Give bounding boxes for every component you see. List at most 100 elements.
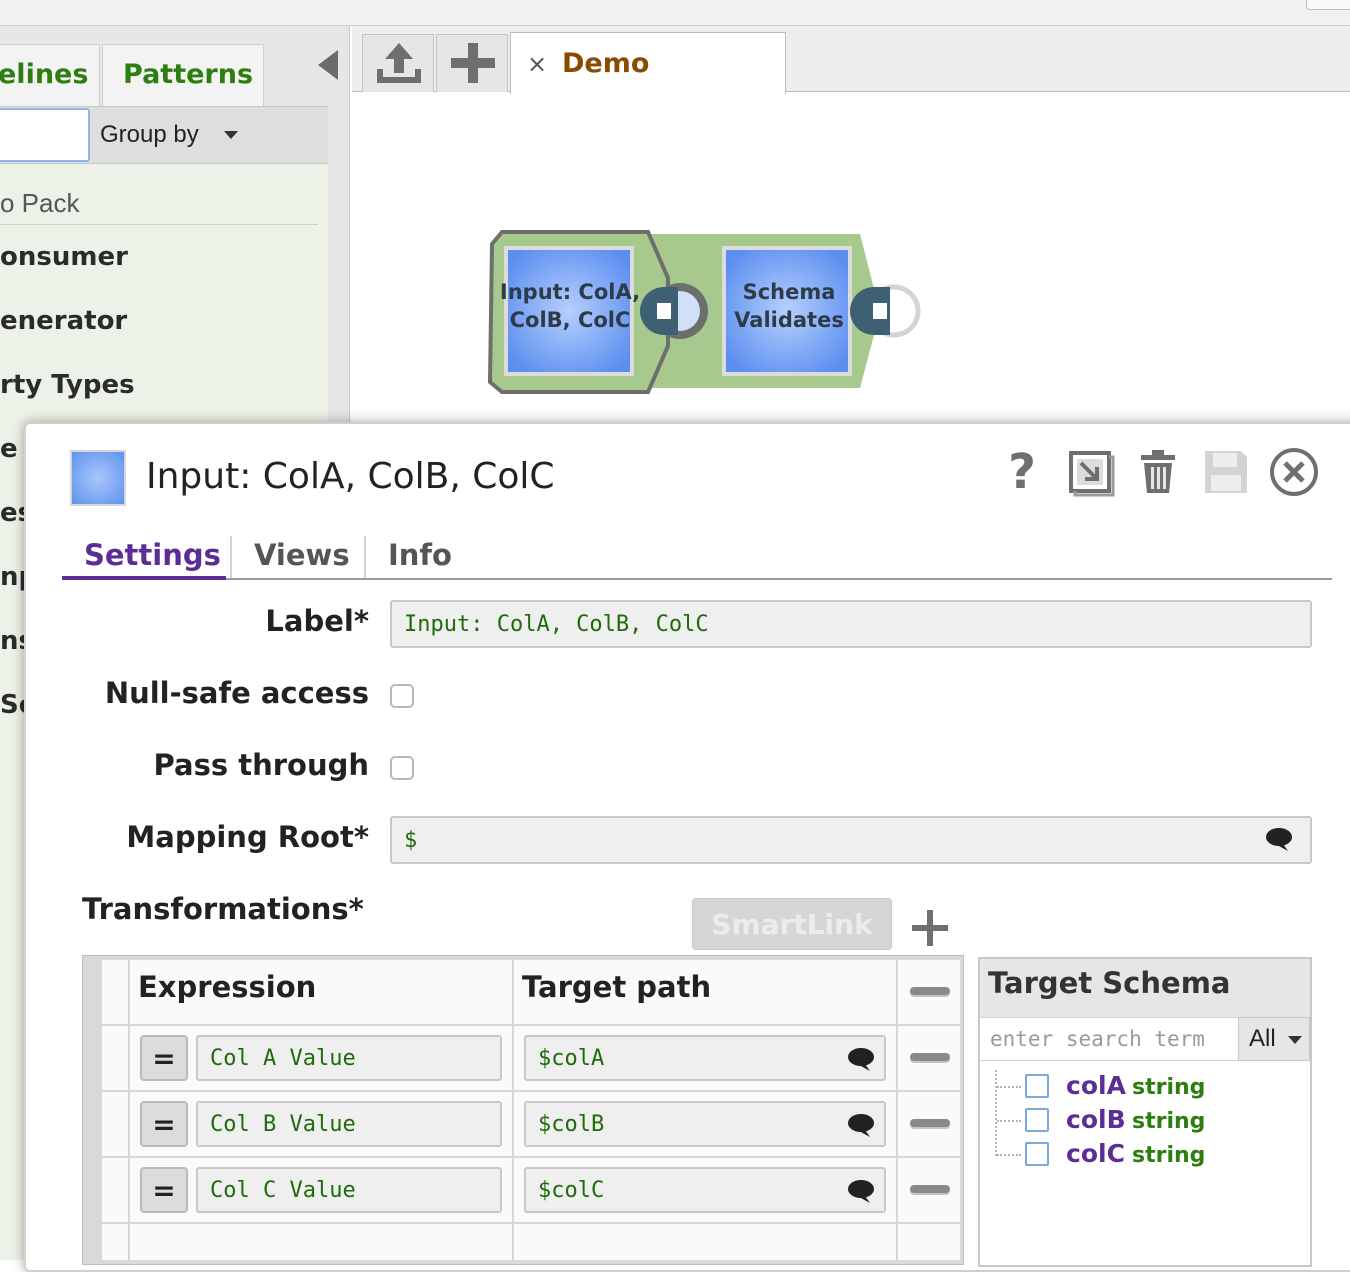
delete-button[interactable]: [1130, 444, 1186, 500]
close-dialog-button[interactable]: [1266, 444, 1322, 500]
mapping-root-input[interactable]: $: [390, 816, 1312, 864]
add-row-icon[interactable]: [908, 906, 952, 950]
schema-checkbox[interactable]: [1025, 1074, 1049, 1098]
schema-checkbox[interactable]: [1025, 1108, 1049, 1132]
top-bar-button[interactable]: [1306, 0, 1350, 10]
help-button[interactable]: ?: [994, 444, 1050, 500]
divider: [102, 1024, 960, 1026]
null-safe-checkbox[interactable]: [390, 684, 414, 708]
schema-field-type: string: [1132, 1075, 1206, 1100]
null-safe-label: Null-safe access: [104, 676, 369, 710]
tab-separator: [230, 536, 232, 578]
divider: [102, 1090, 960, 1092]
schema-search-input[interactable]: enter search term: [980, 1017, 1238, 1061]
label-field-label: Label*: [265, 604, 369, 638]
smartlink-button[interactable]: SmartLink: [692, 898, 892, 950]
divider: [102, 1222, 960, 1224]
dialog-title: Input: ColA, ColB, ColC: [146, 456, 555, 497]
snap-input-label: Input: ColA, ColB, ColC: [496, 278, 644, 334]
expression-toggle-button[interactable]: =: [140, 1035, 188, 1081]
remove-row-button[interactable]: [910, 1185, 950, 1193]
help-icon: ?: [1008, 444, 1036, 500]
tab-info[interactable]: Info: [388, 538, 452, 572]
tab-views[interactable]: Views: [254, 538, 350, 572]
schema-field-name: colC: [1066, 1139, 1125, 1168]
trash-icon: [1141, 450, 1175, 493]
expression-input[interactable]: Col C Value: [196, 1167, 502, 1213]
tab-settings[interactable]: Settings: [84, 538, 221, 572]
tab-pipelines[interactable]: elines: [0, 44, 100, 106]
expression-input[interactable]: Col B Value: [196, 1101, 502, 1147]
tab-patterns-label: Patterns: [123, 59, 254, 90]
snap-input-label-line2: ColB, ColC: [509, 308, 631, 332]
expression-input[interactable]: Col A Value: [196, 1035, 502, 1081]
comment-icon[interactable]: [846, 1112, 876, 1138]
tree-connector: [995, 1070, 997, 1156]
comment-icon[interactable]: [846, 1046, 876, 1072]
sidebar-search-input[interactable]: [0, 108, 90, 162]
export-icon: [1069, 451, 1115, 497]
plus-icon: [451, 43, 495, 83]
comment-icon[interactable]: [1264, 826, 1294, 852]
snap-input-label-line1: Input: ColA,: [499, 280, 641, 304]
target-path-input[interactable]: $colB: [524, 1101, 886, 1147]
target-schema-title: Target Schema: [988, 966, 1231, 1000]
tree-connector: [997, 1120, 1021, 1122]
top-bar: [0, 0, 1350, 26]
divider: [0, 224, 318, 225]
upload-icon: [377, 43, 421, 83]
divider: [896, 960, 898, 1260]
mapping-root-label: Mapping Root*: [126, 820, 369, 854]
schema-field-type: string: [1132, 1109, 1206, 1134]
expression-header: Expression: [138, 970, 317, 1004]
target-path-header: Target path: [522, 970, 712, 1004]
snap-validator-label-line1: Schema: [742, 280, 836, 304]
schema-field-type: string: [1132, 1143, 1206, 1168]
collapse-sidebar-icon[interactable]: [318, 50, 338, 80]
transformations-label: Transformations*: [82, 892, 364, 926]
target-path-input[interactable]: $colA: [524, 1035, 886, 1081]
target-path-input[interactable]: $colC: [524, 1167, 886, 1213]
divider: [102, 1156, 960, 1158]
close-circle-icon: [1270, 448, 1318, 496]
document-icon: [873, 303, 887, 319]
remove-all-button[interactable]: [910, 987, 950, 995]
sidebar-item[interactable]: rty Types: [0, 370, 135, 400]
expression-toggle-button[interactable]: =: [140, 1101, 188, 1147]
divider: [128, 960, 130, 1260]
save-button[interactable]: [1198, 444, 1254, 500]
remove-row-button[interactable]: [910, 1053, 950, 1061]
pass-through-checkbox[interactable]: [390, 756, 414, 780]
tab-patterns[interactable]: Patterns: [102, 44, 264, 106]
close-icon[interactable]: ×: [527, 50, 547, 78]
expression-toggle-button[interactable]: =: [140, 1167, 188, 1213]
add-tab-button[interactable]: [436, 34, 508, 92]
tab-demo-label: Demo: [562, 48, 650, 79]
snap-validator-label: Schema Validates: [726, 278, 852, 334]
snap-pack-header: o Pack: [0, 188, 80, 218]
active-tab-indicator: [62, 576, 226, 580]
upload-button[interactable]: [362, 34, 434, 92]
schema-field-name: colA: [1066, 1071, 1126, 1100]
chevron-down-icon[interactable]: [224, 131, 238, 139]
snap-icon: [70, 450, 126, 506]
comment-icon[interactable]: [846, 1178, 876, 1204]
save-icon: [1205, 451, 1247, 493]
label-input[interactable]: Input: ColA, ColB, ColC: [390, 600, 1312, 648]
tree-connector: [997, 1154, 1021, 1156]
tree-connector: [997, 1086, 1021, 1088]
group-by-dropdown[interactable]: Group by: [100, 121, 199, 149]
snap-validator-label-line2: Validates: [734, 308, 844, 332]
divider: [512, 960, 514, 1260]
schema-checkbox[interactable]: [1025, 1142, 1049, 1166]
schema-field-name: colB: [1066, 1105, 1126, 1134]
pass-through-label: Pass through: [153, 748, 369, 782]
document-icon: [657, 303, 671, 319]
export-button[interactable]: [1062, 444, 1118, 500]
remove-row-button[interactable]: [910, 1119, 950, 1127]
sidebar-item[interactable]: onsumer: [0, 242, 128, 272]
tab-pipelines-label: elines: [0, 59, 89, 90]
chevron-down-icon[interactable]: [1288, 1036, 1302, 1044]
sidebar-item[interactable]: enerator: [0, 306, 127, 336]
tab-bar-line: [62, 578, 1332, 580]
